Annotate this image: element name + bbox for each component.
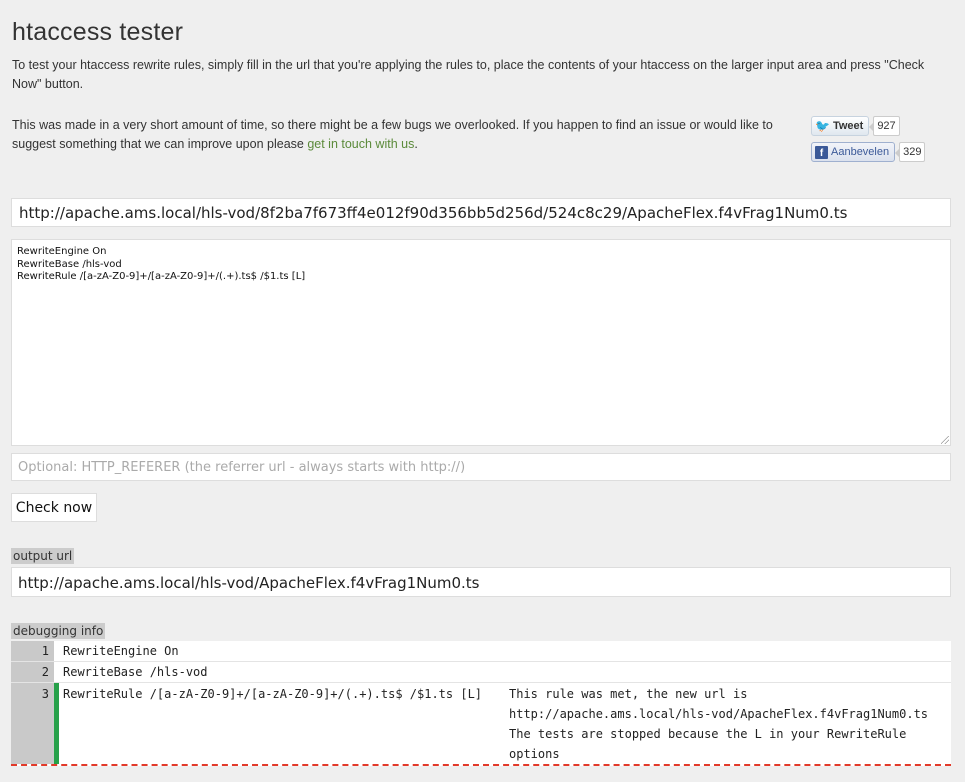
htaccess-rules-textarea[interactable]: RewriteEngine On RewriteBase /hls-vod Re… [11, 239, 951, 446]
output-url-label: output url [11, 548, 75, 564]
line-number: 3 [11, 683, 54, 764]
rule-met-message: This rule was met, the new url is http:/… [509, 687, 929, 721]
table-row: 3 RewriteRule /[a-zA-Z0-9]+/[a-zA-Z0-9]+… [11, 683, 951, 766]
intro-text: To test your htaccess rewrite rules, sim… [12, 58, 925, 91]
debug-table: 1 RewriteEngine On 2 RewriteBase /hls-vo… [11, 641, 951, 766]
note-text: This was made in a very short amount of … [12, 116, 792, 154]
page-title: htaccess tester [12, 18, 184, 46]
rule-stop-message: The tests are stopped because the L in y… [509, 727, 907, 761]
tweet-button[interactable]: 🐦 Tweet [811, 116, 870, 136]
rule-text: RewriteBase /hls-vod [63, 665, 208, 679]
check-now-button[interactable]: Check now [11, 493, 97, 522]
referrer-input[interactable]: Optional: HTTP_REFERER (the referrer url… [11, 453, 951, 481]
note-text-end: . [414, 137, 418, 151]
tweet-label: Tweet [832, 120, 864, 132]
facebook-like-button[interactable]: f Aanbevelen [811, 142, 896, 162]
facebook-icon: f [815, 145, 828, 159]
debugging-info-label: debugging info [11, 623, 106, 639]
line-number: 1 [11, 641, 54, 661]
table-row: 2 RewriteBase /hls-vod [11, 662, 951, 683]
output-url-value: http://apache.ams.local/hls-vod/ApacheFl… [11, 567, 951, 597]
contact-link[interactable]: get in touch with us [307, 137, 414, 151]
table-row: 1 RewriteEngine On [11, 641, 951, 662]
rule-message: This rule was met, the new url is http:/… [509, 683, 951, 764]
facebook-count: 329 [895, 142, 926, 162]
facebook-widget: f Aanbevelen 329 [811, 142, 926, 162]
resize-grip-icon [941, 436, 949, 444]
rule-text: RewriteRule /[a-zA-Z0-9]+/[a-zA-Z0-9]+/(… [63, 687, 483, 701]
line-number: 2 [11, 662, 54, 682]
facebook-label: Aanbevelen [831, 146, 890, 158]
tweet-widget: 🐦 Tweet 927 [811, 116, 900, 136]
tweet-count: 927 [869, 116, 900, 136]
textarea-resize-handle[interactable] [941, 436, 951, 446]
url-input[interactable]: http://apache.ams.local/hls-vod/8f2ba7f6… [11, 198, 951, 227]
twitter-bird-icon: 🐦 [815, 119, 830, 133]
rule-text: RewriteEngine On [63, 644, 179, 658]
